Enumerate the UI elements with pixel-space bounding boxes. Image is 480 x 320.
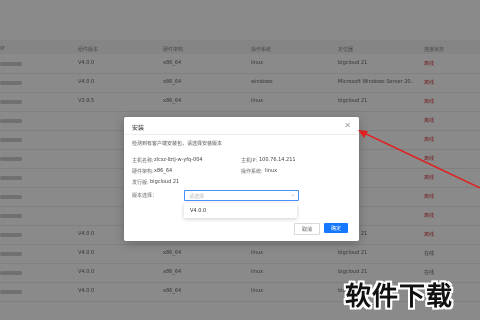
version-dropdown: V4.0.0 <box>184 203 297 218</box>
arch-value: x86_64 <box>154 168 173 174</box>
version-option[interactable]: V4.0.0 <box>190 208 206 214</box>
host-label: 主机名称: <box>132 158 154 164</box>
select-placeholder: 请选择 <box>189 194 205 200</box>
arch-label: 硬件架构: <box>132 169 154 175</box>
os-value: linux <box>265 168 278 174</box>
dialog-title: 安装 <box>132 125 145 132</box>
cancel-button[interactable]: 取消 <box>294 223 320 235</box>
watermark-text: 软件下载 <box>345 282 454 312</box>
divider <box>124 134 359 135</box>
ip-label: 主机IP: <box>241 158 258 164</box>
distro-value: bigcloud 21 <box>150 179 180 185</box>
distro-label: 发行版: <box>132 180 149 186</box>
install-dialog: 安装 ✕ 检测到有客户端安装包，请选择安装版本 主机名称: zlcsz-lbtj… <box>124 117 359 241</box>
host-value: zlcsz-lbtj-w-yfq-004 <box>154 157 203 163</box>
os-label: 操作系统: <box>241 169 263 175</box>
version-label: 版本选择： <box>132 193 158 199</box>
version-select[interactable]: 请选择 ⌄ <box>184 190 299 201</box>
dialog-description: 检测到有客户端安装包，请选择安装版本 <box>132 141 223 147</box>
ip-value: 100.76.14.211 <box>259 157 296 163</box>
chevron-down-icon: ⌄ <box>290 192 295 198</box>
close-icon[interactable]: ✕ <box>344 121 351 130</box>
confirm-button[interactable]: 确定 <box>324 223 348 233</box>
